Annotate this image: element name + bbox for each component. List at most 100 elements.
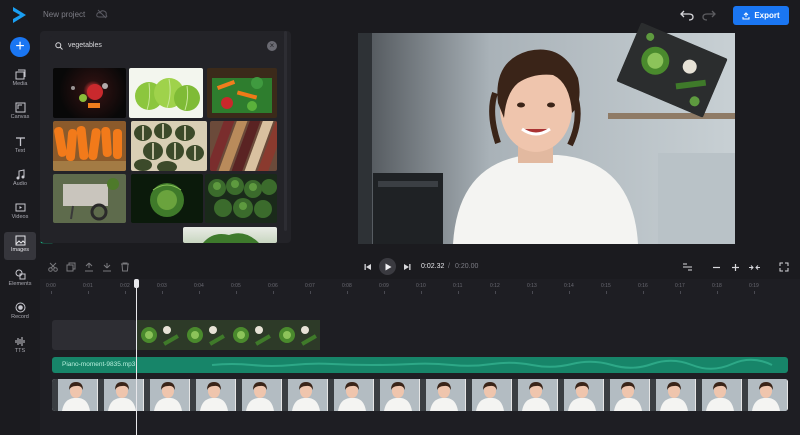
sidebar-item-record[interactable]: Record xyxy=(4,299,36,327)
image-clip-thumbnails xyxy=(137,320,320,350)
video-icon xyxy=(15,203,25,212)
sidebar-item-canvas[interactable]: Canvas xyxy=(4,99,36,127)
ruler-tick xyxy=(643,291,644,294)
ruler-tick xyxy=(532,291,533,294)
garden-cart-image xyxy=(63,178,119,221)
ruler-tick xyxy=(162,291,163,294)
ruler-label: 0:10 xyxy=(416,283,426,289)
playhead[interactable] xyxy=(136,279,137,435)
skip-back-icon[interactable] xyxy=(364,263,372,271)
ruler-label: 0:05 xyxy=(231,283,241,289)
ruler-tick xyxy=(125,291,126,294)
ruler-tick xyxy=(384,291,385,294)
ruler-tick xyxy=(347,291,348,294)
vegetables-splash-image xyxy=(71,83,108,108)
ruler-tick xyxy=(569,291,570,294)
sidebar-item-label: Record xyxy=(11,314,29,320)
overlay-track-empty[interactable] xyxy=(52,320,137,350)
search-input[interactable]: vegetables xyxy=(68,42,102,49)
sidebar-item-images[interactable]: Images xyxy=(4,232,36,260)
ruler-tick xyxy=(495,291,496,294)
ruler-label: 0:12 xyxy=(490,283,500,289)
ruler-tick xyxy=(51,291,52,294)
image-clip[interactable] xyxy=(137,320,320,350)
ruler-label: 0:06 xyxy=(268,283,278,289)
sidebar-item-audio[interactable]: Audio xyxy=(4,166,36,194)
ruler-tick xyxy=(199,291,200,294)
ruler-label: 0:15 xyxy=(601,283,611,289)
record-icon xyxy=(15,302,25,313)
export-button[interactable]: Export xyxy=(733,6,789,25)
skip-forward-icon[interactable] xyxy=(403,263,411,271)
ruler-label: 0:03 xyxy=(157,283,167,289)
zoom-out-icon[interactable] xyxy=(712,263,721,272)
clear-search-icon[interactable]: × xyxy=(267,41,277,51)
image-result[interactable] xyxy=(205,174,277,223)
ruler-label: 0:02 xyxy=(120,283,130,289)
ruler-tick xyxy=(606,291,607,294)
ruler-label: 0:09 xyxy=(379,283,389,289)
add-media-button[interactable]: + xyxy=(10,37,30,57)
ruler-tick xyxy=(680,291,681,294)
image-result[interactable] xyxy=(131,174,203,223)
image-result[interactable] xyxy=(183,227,277,243)
project-title[interactable]: New project xyxy=(43,10,85,19)
export-label: Export xyxy=(754,11,780,20)
shapes-icon xyxy=(15,269,25,280)
cut-icon[interactable] xyxy=(48,262,58,272)
audio-clip-name: Piano-moment-9835.mp3 xyxy=(62,361,136,368)
ruler-label: 0:17 xyxy=(675,283,685,289)
sidebar-item-elements[interactable]: Elements xyxy=(4,266,36,294)
ruler-tick xyxy=(421,291,422,294)
sidebar-item-videos[interactable]: Videos xyxy=(4,199,36,227)
undo-icon[interactable] xyxy=(680,9,694,21)
image-result[interactable] xyxy=(53,68,126,118)
ruler-tick xyxy=(754,291,755,294)
ruler-tick xyxy=(458,291,459,294)
fit-timeline-icon[interactable] xyxy=(682,262,693,272)
duplicate-icon[interactable] xyxy=(66,262,76,272)
delete-icon[interactable] xyxy=(120,262,130,272)
image-result[interactable] xyxy=(129,68,203,118)
image-result[interactable] xyxy=(131,121,207,171)
image-result[interactable] xyxy=(53,174,126,223)
cloud-sync-icon xyxy=(96,9,108,19)
bring-forward-icon[interactable] xyxy=(84,262,94,272)
media-icon xyxy=(15,69,25,80)
sidebar-item-text[interactable]: Text xyxy=(4,133,36,161)
savoy-cabbage-image xyxy=(150,183,184,217)
image-result[interactable] xyxy=(210,121,277,171)
panel-scrollbar[interactable] xyxy=(284,31,287,231)
time-separator: / xyxy=(448,263,450,270)
ruler-tick xyxy=(717,291,718,294)
sidebar-item-label: Media xyxy=(12,81,28,87)
image-result[interactable] xyxy=(53,121,126,171)
redo-icon[interactable] xyxy=(702,9,716,21)
text-icon xyxy=(15,137,25,146)
fullscreen-icon[interactable] xyxy=(779,262,789,272)
music-note-icon xyxy=(16,169,24,180)
sidebar-item-tts[interactable]: TTS xyxy=(4,333,36,361)
ruler-label: 0:07 xyxy=(305,283,315,289)
search-icon xyxy=(55,42,63,50)
sidebar-item-label: Elements xyxy=(8,281,32,287)
send-backward-icon[interactable] xyxy=(102,262,112,272)
total-time: 0:20.00 xyxy=(455,263,479,270)
ruler-label: 0:01 xyxy=(83,283,93,289)
sidebar-item-label: Text xyxy=(14,148,26,154)
mixed-vegetables-image xyxy=(212,77,272,113)
zoom-in-icon[interactable] xyxy=(731,263,740,272)
image-result[interactable] xyxy=(207,68,277,118)
ruler-label: 0:08 xyxy=(342,283,352,289)
app-logo-icon[interactable] xyxy=(10,6,28,24)
ruler-label: 0:13 xyxy=(527,283,537,289)
current-time: 0:02.32 xyxy=(421,263,445,270)
collapse-icon[interactable] xyxy=(748,263,761,272)
upload-icon xyxy=(742,11,750,19)
audio-clip[interactable] xyxy=(52,357,788,373)
carrots-image xyxy=(53,125,126,171)
playhead-handle[interactable] xyxy=(134,279,139,288)
sidebar-item-media[interactable]: Media xyxy=(4,66,36,94)
canvas-icon xyxy=(15,102,25,113)
video-clip[interactable] xyxy=(52,379,788,411)
